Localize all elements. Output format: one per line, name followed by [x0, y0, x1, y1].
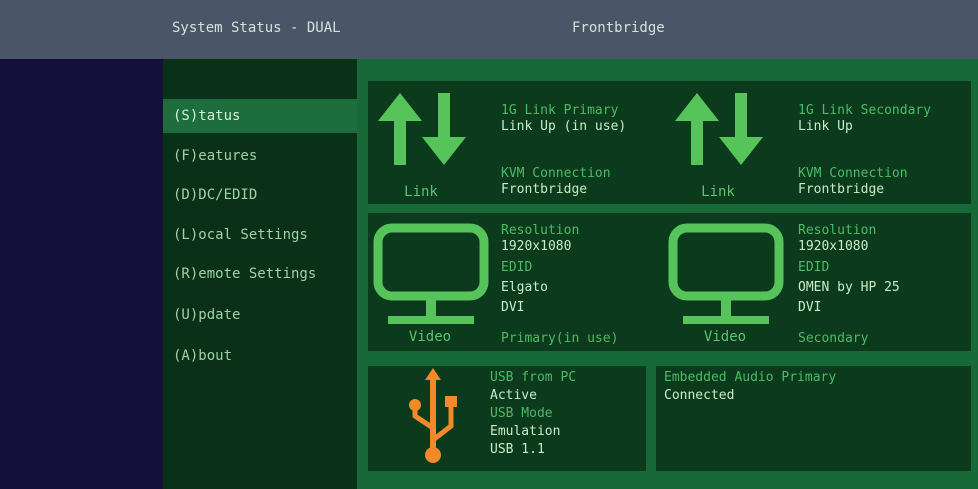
link-secondary-value: Link Up — [798, 119, 853, 134]
link-panel: Link 1G Link Primary Link Up (in use) KV… — [368, 81, 971, 204]
edid-secondary-value: OMEN by HP 25 — [798, 280, 900, 295]
menu-item-local-settings[interactable]: (L)ocal Settings — [163, 218, 357, 252]
link-arrows-icon — [378, 93, 466, 165]
monitor-icon — [373, 223, 489, 324]
audio-value: Connected — [664, 388, 735, 403]
resolution-secondary-label: Resolution — [798, 223, 877, 238]
edid-secondary-label: EDID — [798, 260, 830, 275]
menu-item-label: (F)eatures — [173, 148, 258, 164]
usb-mode-label: USB Mode — [490, 406, 553, 421]
usb-state: Active — [490, 388, 537, 403]
resolution-secondary-value: 1920x1080 — [798, 239, 869, 254]
menu-item-label: (U)pdate — [173, 307, 241, 323]
usb-mode-value: Emulation — [490, 424, 561, 439]
menu-item-update[interactable]: (U)pdate — [163, 298, 357, 332]
link-caption: Link — [404, 184, 438, 200]
page-title: System Status - DUAL — [172, 20, 341, 36]
usb-icon — [409, 368, 457, 463]
interface-secondary: DVI — [798, 300, 822, 315]
menu-item-remote-settings[interactable]: (R)emote Settings — [163, 257, 357, 291]
link-secondary-label: 1G Link Secondary — [798, 103, 932, 118]
kvm-secondary-label: KVM Connection — [798, 166, 908, 181]
link-arrows-icon — [675, 93, 763, 165]
resolution-primary-label: Resolution — [501, 223, 580, 238]
sidebar-menu: (S)tatus (F)eatures (D)DC/EDID (L)ocal S… — [163, 59, 357, 489]
usb-panel: USB from PC Active USB Mode Emulation US… — [368, 366, 646, 471]
source-name: Frontbridge — [572, 20, 665, 36]
video-panel: Video Resolution 1920x1080 EDID Elgato D… — [368, 213, 971, 351]
kvm-secondary-value: Frontbridge — [798, 182, 885, 197]
edid-primary-label: EDID — [501, 260, 533, 275]
kvm-primary-label: KVM Connection — [501, 166, 611, 181]
video-primary-role: Primary(in use) — [501, 331, 619, 346]
menu-item-ddc-edid[interactable]: (D)DC/EDID — [163, 178, 357, 212]
usb-version: USB 1.1 — [490, 442, 545, 457]
left-margin — [0, 59, 163, 489]
resolution-primary-value: 1920x1080 — [501, 239, 572, 254]
menu-item-features[interactable]: (F)eatures — [163, 139, 357, 173]
menu-item-label: (S)tatus — [173, 108, 241, 124]
menu-item-label: (L)ocal Settings — [173, 227, 308, 243]
usb-label: USB from PC — [490, 370, 577, 385]
title-bar: System Status - DUAL Frontbridge — [0, 0, 978, 59]
monitor-icon — [668, 223, 784, 324]
audio-panel: Embedded Audio Primary Connected — [656, 366, 971, 471]
edid-primary-value: Elgato — [501, 280, 548, 295]
status-area: Link 1G Link Primary Link Up (in use) KV… — [357, 59, 978, 489]
link-primary-label: 1G Link Primary — [501, 103, 619, 118]
kvm-primary-value: Frontbridge — [501, 182, 588, 197]
menu-item-status[interactable]: (S)tatus — [163, 99, 357, 133]
interface-primary: DVI — [501, 300, 525, 315]
audio-label: Embedded Audio Primary — [664, 370, 837, 385]
link-caption: Link — [701, 184, 735, 200]
video-caption: Video — [703, 329, 747, 345]
video-caption: Video — [408, 329, 452, 345]
menu-item-label: (R)emote Settings — [173, 266, 317, 282]
menu-item-about[interactable]: (A)bout — [163, 339, 357, 373]
menu-item-label: (D)DC/EDID — [173, 187, 258, 203]
link-primary-value: Link Up (in use) — [501, 119, 627, 134]
menu-item-label: (A)bout — [173, 348, 233, 364]
video-secondary-role: Secondary — [798, 331, 869, 346]
